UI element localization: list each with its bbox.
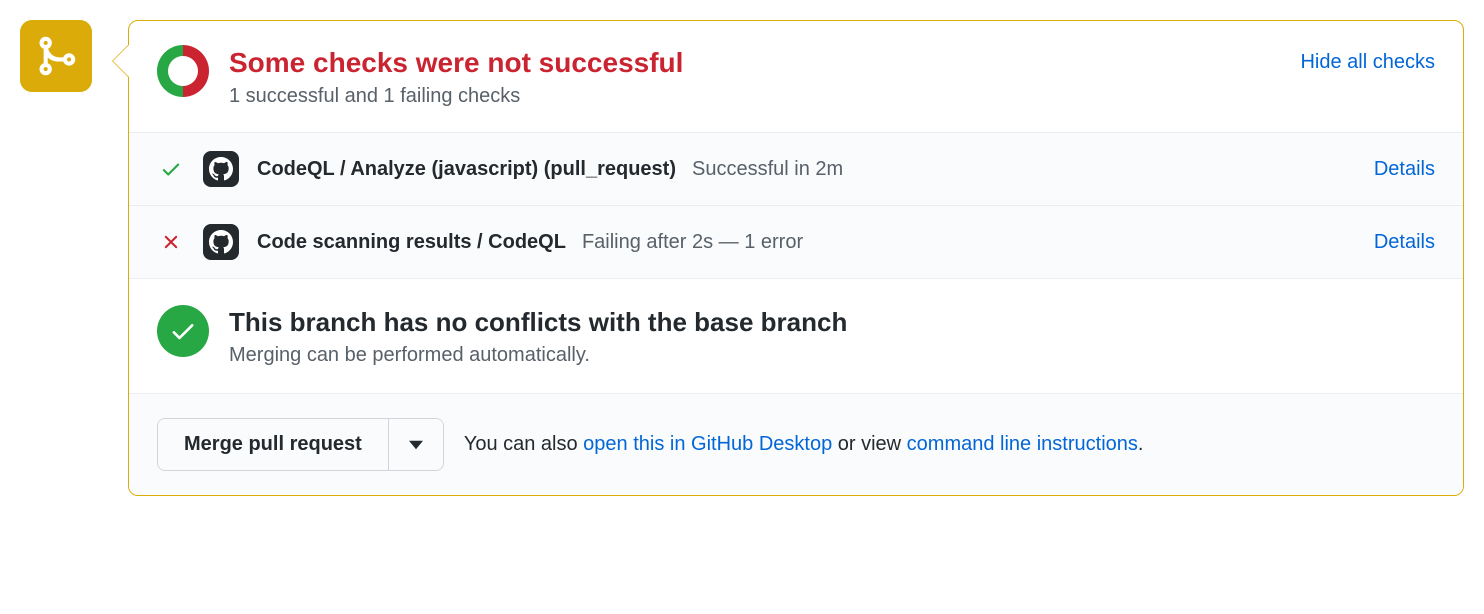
footer-text-mid: or view bbox=[832, 433, 906, 455]
github-avatar-icon bbox=[203, 224, 239, 260]
check-name: Code scanning results / CodeQL bbox=[257, 231, 566, 254]
open-in-desktop-link[interactable]: open this in GitHub Desktop bbox=[583, 433, 832, 455]
merge-panel: Some checks were not successful 1 succes… bbox=[128, 20, 1464, 496]
footer-text-prefix: You can also bbox=[464, 433, 583, 455]
git-merge-icon bbox=[34, 34, 78, 78]
check-row: Code scanning results / CodeQL Failing a… bbox=[129, 206, 1463, 279]
checks-title: Some checks were not successful bbox=[229, 47, 1280, 79]
success-circle-icon bbox=[157, 305, 209, 357]
status-donut-icon bbox=[157, 45, 209, 97]
check-result: Successful in 2m bbox=[692, 158, 843, 181]
check-details-link[interactable]: Details bbox=[1374, 231, 1435, 254]
merge-footer-text: You can also open this in GitHub Desktop… bbox=[464, 433, 1144, 456]
merge-status-section: This branch has no conflicts with the ba… bbox=[129, 279, 1463, 394]
hide-all-checks-link[interactable]: Hide all checks bbox=[1300, 45, 1435, 74]
merge-status-title: This branch has no conflicts with the ba… bbox=[229, 307, 847, 338]
merge-button-group: Merge pull request bbox=[157, 418, 444, 471]
checks-summary-section: Some checks were not successful 1 succes… bbox=[129, 21, 1463, 133]
check-result: Failing after 2s — 1 error bbox=[582, 231, 803, 254]
check-details-link[interactable]: Details bbox=[1374, 158, 1435, 181]
check-failure-icon bbox=[157, 231, 185, 253]
merge-pull-request-button[interactable]: Merge pull request bbox=[158, 419, 388, 470]
merge-status-badge bbox=[20, 20, 92, 92]
checks-subtitle: 1 successful and 1 failing checks bbox=[229, 85, 1280, 108]
merge-options-dropdown-button[interactable] bbox=[388, 419, 443, 470]
check-name: CodeQL / Analyze (javascript) (pull_requ… bbox=[257, 158, 676, 181]
command-line-link[interactable]: command line instructions bbox=[907, 433, 1138, 455]
footer-text-suffix: . bbox=[1138, 433, 1144, 455]
merge-status-subtitle: Merging can be performed automatically. bbox=[229, 344, 847, 367]
caret-down-icon bbox=[409, 440, 423, 450]
merge-footer: Merge pull request You can also open thi… bbox=[129, 394, 1463, 495]
check-success-icon bbox=[157, 158, 185, 180]
github-avatar-icon bbox=[203, 151, 239, 187]
check-row: CodeQL / Analyze (javascript) (pull_requ… bbox=[129, 133, 1463, 206]
panel-pointer bbox=[113, 45, 129, 77]
